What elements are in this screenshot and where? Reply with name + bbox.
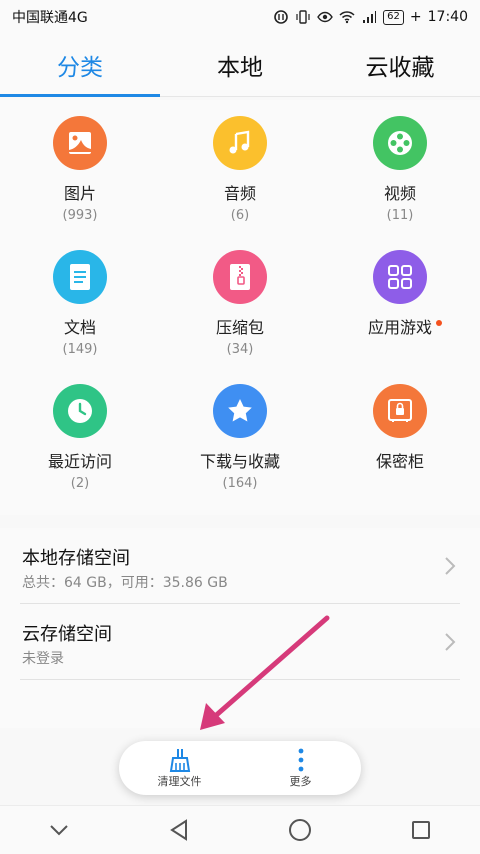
- image-icon: [53, 116, 107, 170]
- local-storage-title: 本地存储空间: [22, 548, 130, 569]
- video-icon: [373, 116, 427, 170]
- category-label: 应用游戏: [367, 314, 442, 338]
- category-documents[interactable]: 文档 (149): [0, 250, 160, 357]
- category-audio[interactable]: 音频 (6): [160, 116, 320, 223]
- category-downloads-favorites[interactable]: 下载与收藏 (164): [160, 384, 320, 491]
- category-count: (993): [62, 208, 98, 223]
- music-icon: [213, 116, 267, 170]
- more-label: 更多: [289, 775, 312, 788]
- category-count: (2): [70, 476, 90, 491]
- tab-bar: 分类 本地 云收藏: [0, 34, 480, 97]
- local-storage-item[interactable]: 本地存储空间 总共：64 GB，可用：35.86 GB: [20, 528, 460, 602]
- category-count: (34): [226, 342, 254, 357]
- category-label: 图片: [63, 184, 96, 203]
- nfc-icon: [274, 10, 288, 24]
- category-label: 视频: [383, 184, 416, 203]
- category-label: 下载与收藏: [199, 452, 280, 471]
- apps-icon: [373, 250, 427, 304]
- cloud-storage-status: 未登录: [22, 651, 64, 667]
- bottom-toolbar: 清理文件 更多: [119, 741, 361, 795]
- clock-icon: [53, 384, 107, 438]
- category-label: 音频: [223, 184, 256, 203]
- category-label: 文档: [63, 318, 96, 337]
- signal-icon: [363, 11, 377, 23]
- category-count: (6): [230, 208, 250, 223]
- broom-icon: [140, 747, 220, 773]
- category-count: (11): [386, 208, 414, 223]
- tab-cloud-favorites[interactable]: 云收藏: [320, 34, 480, 96]
- vibrate-icon: [296, 10, 310, 24]
- category-safe[interactable]: 保密柜: [320, 384, 480, 476]
- safe-icon: [373, 384, 427, 438]
- divider: [20, 679, 460, 680]
- tab-local[interactable]: 本地: [160, 34, 320, 96]
- category-recent[interactable]: 最近访问 (2): [0, 384, 160, 491]
- category-archives[interactable]: 压缩包 (34): [160, 250, 320, 357]
- chevron-down-icon[interactable]: [49, 824, 69, 836]
- carrier-label: 中国联通4G: [12, 10, 88, 26]
- chevron-right-icon: [444, 556, 456, 581]
- local-storage-usage: 总共：64 GB，可用：35.86 GB: [22, 575, 228, 591]
- system-nav-bar: [0, 805, 480, 854]
- category-count: (164): [222, 476, 258, 491]
- battery-indicator: 62: [383, 9, 404, 25]
- zip-icon: [213, 250, 267, 304]
- notification-dot: [436, 320, 442, 326]
- status-icons: 62 + 17:40: [273, 9, 468, 25]
- clean-files-button[interactable]: 清理文件: [140, 747, 220, 789]
- charging-icon: +: [409, 9, 422, 25]
- back-icon[interactable]: [168, 819, 190, 841]
- storage-section: 本地存储空间 总共：64 GB，可用：35.86 GB 云存储空间 未登录: [0, 528, 480, 728]
- more-vertical-icon: [261, 747, 341, 773]
- category-images[interactable]: 图片 (993): [0, 116, 160, 223]
- clock-time: 17:40: [427, 9, 468, 25]
- clean-files-label: 清理文件: [157, 775, 202, 788]
- home-icon[interactable]: [288, 818, 312, 842]
- chevron-right-icon: [444, 632, 456, 657]
- more-button[interactable]: 更多: [261, 747, 341, 789]
- category-apps-games[interactable]: 应用游戏: [320, 250, 480, 342]
- star-icon: [213, 384, 267, 438]
- category-count: (149): [62, 342, 98, 357]
- recents-icon[interactable]: [411, 820, 431, 840]
- category-label: 最近访问: [47, 452, 112, 471]
- category-label: 压缩包: [215, 318, 264, 337]
- category-video[interactable]: 视频 (11): [320, 116, 480, 223]
- category-grid: 图片 (993) 音频 (6) 视频 (11) 文档 (149) 压缩包 (34…: [0, 100, 480, 515]
- category-label: 保密柜: [375, 452, 424, 471]
- eye-icon: [317, 11, 334, 23]
- cloud-storage-title: 云存储空间: [22, 624, 112, 645]
- status-bar: 中国联通4G 62 + 17:40: [0, 0, 480, 34]
- wifi-icon: [339, 11, 355, 24]
- category-label-text: 应用游戏: [367, 318, 432, 337]
- tab-category[interactable]: 分类: [0, 34, 160, 97]
- cloud-storage-item[interactable]: 云存储空间 未登录: [20, 604, 460, 678]
- document-icon: [53, 250, 107, 304]
